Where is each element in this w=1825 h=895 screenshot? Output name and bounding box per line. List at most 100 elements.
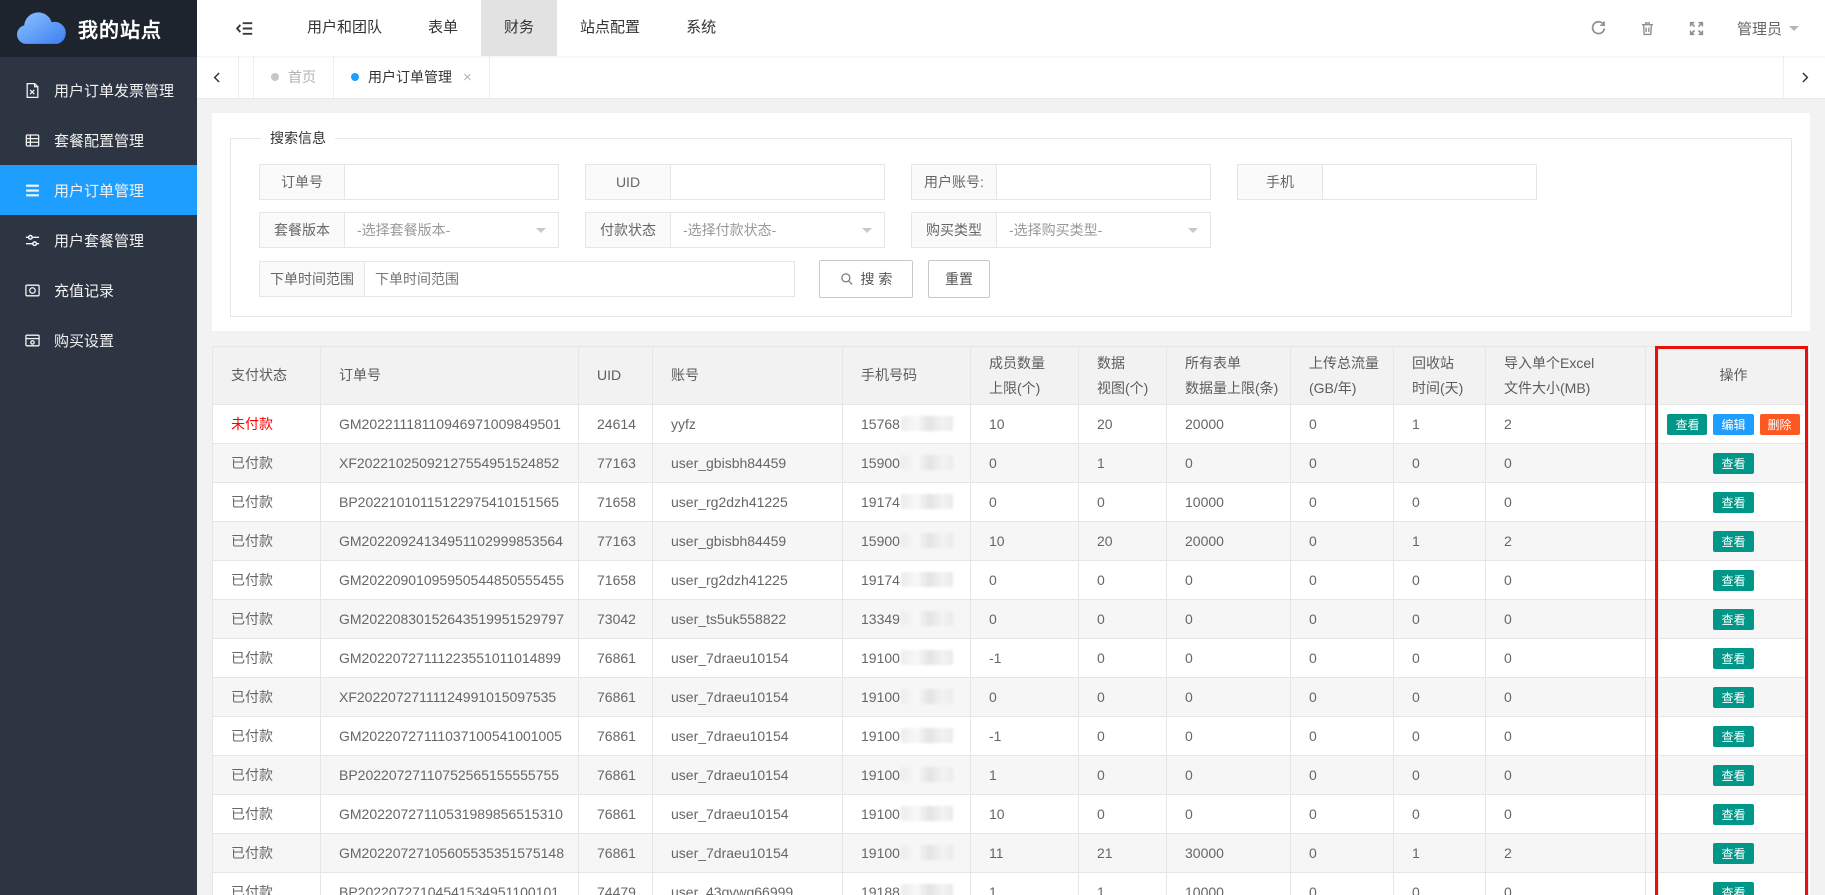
package-version-value: -选择套餐版本- [357,220,450,240]
collapse-menu-icon[interactable] [235,19,254,38]
view-button[interactable]: 查看 [1713,609,1753,630]
account-cell: user_7draeu10154 [653,756,843,795]
excel-size-cell: 2 [1486,834,1646,873]
admin-label: 管理员 [1737,18,1782,39]
recharge-icon [24,282,41,299]
sidebar-item[interactable]: 用户订单管理 [0,165,197,215]
view-button[interactable]: 查看 [1713,570,1753,591]
time-range-input[interactable] [365,261,795,297]
actions-cell: 查看 [1659,561,1809,600]
top-menu-item[interactable]: 财务 [481,0,557,56]
data-views-cell: 1 [1079,873,1167,895]
column-header: 账号 [653,347,843,405]
view-button[interactable]: 查看 [1713,687,1753,708]
top-menu-item[interactable]: 用户和团队 [284,0,405,56]
tab-status-dot [351,73,359,81]
uid-cell: 76861 [579,717,653,756]
close-icon[interactable]: × [463,69,472,86]
recycle-days-cell: 1 [1394,405,1486,444]
tabs-scroll-right-icon[interactable] [1783,56,1825,98]
pay-status-cell: 已付款 [213,795,321,834]
view-button[interactable]: 查看 [1713,765,1753,786]
excel-size-cell: 2 [1486,522,1646,561]
account-input[interactable] [997,164,1211,200]
chevron-down-icon [862,228,872,238]
sidebar-item-label: 购买设置 [54,330,114,351]
upload-traffic-cell: 0 [1291,795,1394,834]
data-views-cell: 0 [1079,639,1167,678]
top-menu-item[interactable]: 系统 [663,0,739,56]
sidebar-item[interactable]: 用户套餐管理 [0,215,197,265]
column-header: 手机号码 [843,347,971,405]
pay-status-label: 付款状态 [585,212,671,248]
buy-type-select[interactable]: -选择购买类型- [997,212,1211,248]
sidebar-item[interactable]: 充值记录 [0,265,197,315]
view-button[interactable]: 查看 [1713,492,1753,513]
fullscreen-icon[interactable] [1688,20,1705,37]
table-row: 已付款GM2022092413495110299985356477163user… [213,522,1809,561]
account-cell: user_ts5uk558822 [653,600,843,639]
open-tabs: 首页用户订单管理× [253,56,489,98]
sidebar-item[interactable]: 用户订单发票管理 [0,65,197,115]
upload-traffic-cell: 0 [1291,522,1394,561]
view-button[interactable]: 查看 [1713,531,1753,552]
sidebar-item[interactable]: 购买设置 [0,315,197,365]
clipped-cell [1646,678,1659,717]
order-no-cell: GM20220901095950544850555455 [321,561,579,600]
edit-button[interactable]: 编辑 [1713,414,1753,435]
order-no-cell: GM20220727111223551011014899 [321,639,579,678]
actions-cell: 查看 [1659,678,1809,717]
excel-size-cell: 0 [1486,600,1646,639]
order-no-cell: GM20221118110946971009849501 [321,405,579,444]
view-button[interactable]: 查看 [1713,648,1753,669]
sidebar-item[interactable]: 套餐配置管理 [0,115,197,165]
pay-status-select[interactable]: -选择付款状态- [671,212,885,248]
form-data-limit-cell: 0 [1167,561,1291,600]
view-button[interactable]: 查看 [1713,453,1753,474]
tabs-scroll-left-icon[interactable] [197,56,239,98]
view-button[interactable]: 查看 [1713,804,1753,825]
refresh-icon[interactable] [1590,20,1607,37]
table-row: 已付款XF2022102509212755495152485277163user… [213,444,1809,483]
recycle-days-cell: 0 [1394,795,1486,834]
phone-cell: 19174 [843,483,971,522]
trash-icon[interactable] [1639,20,1656,37]
pay-status-cell: 已付款 [213,756,321,795]
phone-cell: 15900 [843,444,971,483]
page-tab[interactable]: 用户订单管理× [333,56,490,98]
delete-button[interactable]: 删除 [1760,414,1800,435]
reset-button[interactable]: 重置 [928,260,990,298]
upload-traffic-cell: 0 [1291,600,1394,639]
sidebar-item-label: 用户订单管理 [54,180,144,201]
account-cell: user_7draeu10154 [653,795,843,834]
actions-cell: 查看 [1659,717,1809,756]
search-row-3: 下单时间范围 搜 索 重置 [259,260,1771,298]
member-limit-cell: -1 [971,717,1079,756]
search-button[interactable]: 搜 索 [819,260,913,298]
phone-cell: 19100 [843,717,971,756]
chevron-down-icon [1789,26,1799,36]
pay-status-cell: 已付款 [213,600,321,639]
phone-cell: 19100 [843,639,971,678]
view-button[interactable]: 查看 [1667,414,1707,435]
admin-dropdown[interactable]: 管理员 [1737,18,1799,39]
view-button[interactable]: 查看 [1713,843,1753,864]
page-tab[interactable]: 首页 [253,56,334,98]
view-button[interactable]: 查看 [1713,882,1753,895]
data-views-cell: 0 [1079,678,1167,717]
top-menu-item[interactable]: 站点配置 [557,0,663,56]
view-button[interactable]: 查看 [1713,726,1753,747]
order-no-input[interactable] [345,164,559,200]
member-limit-cell: 10 [971,522,1079,561]
upload-traffic-cell: 0 [1291,678,1394,717]
column-header: 数据 视图(个) [1079,347,1167,405]
clipped-column-header [1646,347,1659,405]
phone-input[interactable] [1323,164,1537,200]
buy-type-group: 购买类型 -选择购买类型- [911,212,1211,248]
top-menu-bar: 用户和团队表单财务站点配置系统 [284,0,739,56]
data-views-cell: 20 [1079,405,1167,444]
package-version-select[interactable]: -选择套餐版本- [345,212,559,248]
uid-group: UID [585,164,885,200]
top-menu-item[interactable]: 表单 [405,0,481,56]
uid-input[interactable] [671,164,885,200]
